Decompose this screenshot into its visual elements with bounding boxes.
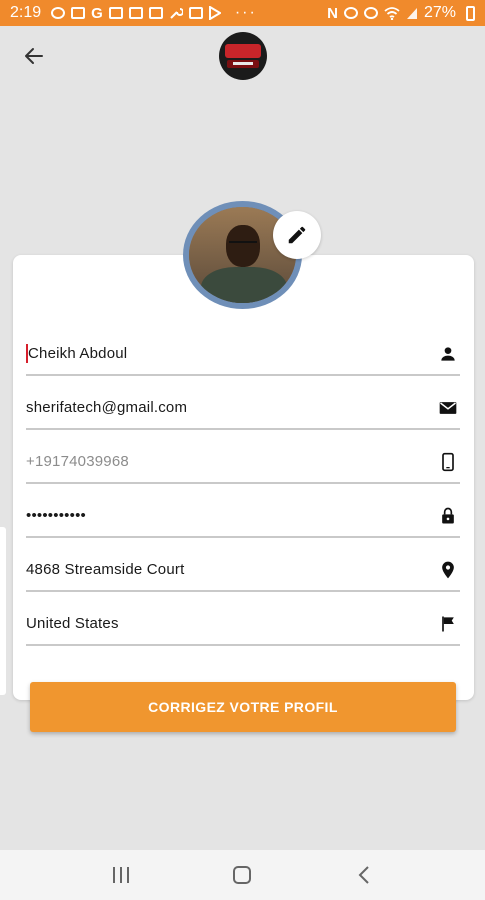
status-right: N 27% (327, 4, 475, 22)
google-icon: G (91, 4, 103, 22)
address-field[interactable]: 4868 Streamside Court (26, 548, 460, 592)
system-nav-bar (0, 850, 485, 900)
password-field[interactable]: ••••••••••• (26, 494, 460, 538)
email-icon (439, 402, 457, 414)
nfc-icon: N (327, 4, 338, 22)
lock-icon (442, 507, 454, 524)
country-field[interactable]: United States (26, 602, 460, 646)
battery-icon (466, 5, 475, 21)
country-value: United States (26, 614, 119, 632)
save-profile-button[interactable]: CORRIGEZ VOTRE PROFIL (30, 682, 456, 732)
wrench-icon (170, 8, 183, 19)
play-icon (208, 6, 221, 20)
side-panel-edge (0, 527, 6, 695)
cat-icon (51, 7, 66, 19)
name-value: Cheikh Abdoul (28, 344, 128, 362)
image-icon (108, 7, 123, 19)
back-icon (358, 866, 369, 884)
battery-percent: 27% (423, 4, 456, 21)
email-field[interactable]: sherifatech@gmail.com (26, 386, 460, 430)
overflow-dots: ··· (234, 4, 257, 21)
address-value: 4868 Streamside Court (26, 560, 185, 578)
signal-icon (406, 7, 417, 19)
location-icon (442, 561, 454, 579)
person-icon (441, 347, 455, 361)
password-value: ••••••••••• (26, 506, 86, 524)
app-logo-icon (219, 32, 267, 80)
app-icon (71, 7, 86, 19)
name-field[interactable]: Cheikh Abdoul (26, 332, 460, 376)
phone-icon (442, 452, 454, 472)
flag-icon (442, 616, 454, 632)
status-bar: 2:19 G ··· N 27% (0, 0, 485, 26)
email-value: sherifatech@gmail.com (26, 398, 188, 416)
recent-apps-icon (112, 867, 129, 883)
mute-icon (363, 7, 378, 19)
wifi-icon (384, 6, 400, 20)
mail-icon (128, 7, 143, 19)
status-time: 2:19 (10, 4, 42, 21)
pencil-icon (288, 226, 306, 244)
back-arrow-icon[interactable] (22, 44, 46, 68)
recent-apps-button[interactable] (101, 855, 141, 895)
status-left: 2:19 G ··· (10, 4, 257, 22)
system-back-button[interactable] (344, 855, 384, 895)
phone-placeholder: +19174039968 (26, 452, 129, 470)
edit-avatar-button[interactable] (273, 211, 321, 259)
vibrate-icon (343, 7, 358, 19)
mail-icon-2 (148, 7, 163, 19)
home-icon (233, 866, 252, 884)
home-button[interactable] (222, 855, 262, 895)
phone-field[interactable]: +19174039968 (26, 440, 460, 484)
mail-icon-3 (188, 7, 203, 19)
